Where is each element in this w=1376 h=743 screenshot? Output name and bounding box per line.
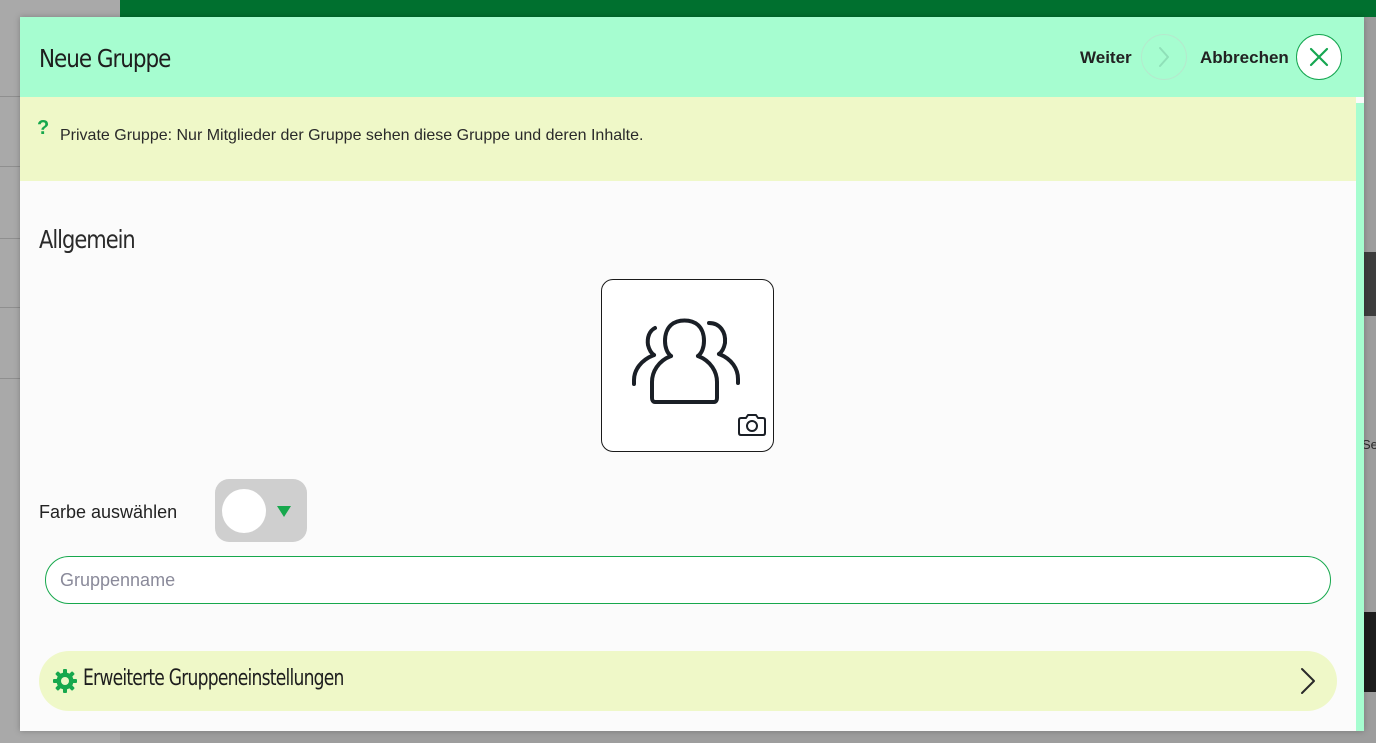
- background-topbar: [120, 0, 1376, 17]
- section-title-general: Allgemein: [39, 225, 136, 254]
- gear-icon: [53, 669, 77, 693]
- scrollbar[interactable]: [1356, 103, 1364, 731]
- chevron-right-icon: [1159, 47, 1169, 67]
- cancel-button[interactable]: [1296, 34, 1342, 80]
- privacy-info-text: Private Gruppe: Nur Mitglieder der Grupp…: [60, 127, 644, 144]
- dialog-header: Neue Gruppe Weiter Abbrechen: [20, 17, 1364, 97]
- camera-icon[interactable]: [737, 413, 767, 437]
- group-avatar-upload[interactable]: [601, 279, 774, 452]
- next-label[interactable]: Weiter: [1080, 48, 1132, 68]
- chevron-right-icon: [1301, 668, 1315, 694]
- advanced-settings-toggle[interactable]: Erweiterte Gruppeneinstellungen: [39, 651, 1337, 711]
- privacy-info-banner: ? Private Gruppe: Nur Mitglieder der Gru…: [20, 97, 1356, 181]
- close-icon: [1309, 47, 1329, 67]
- group-icon: [632, 318, 740, 404]
- next-button[interactable]: [1141, 34, 1187, 80]
- selected-color-swatch: [222, 489, 266, 533]
- background-partial-text: Se: [1362, 437, 1376, 452]
- background-panel: [1362, 252, 1376, 316]
- help-icon: ?: [37, 117, 50, 139]
- background-panel: [1362, 612, 1376, 692]
- color-label: Farbe auswählen: [39, 502, 178, 522]
- advanced-settings-label: Erweiterte Gruppeneinstellungen: [83, 666, 344, 691]
- cancel-label[interactable]: Abbrechen: [1200, 48, 1289, 68]
- caret-down-icon: [277, 506, 291, 517]
- group-name-input[interactable]: [45, 556, 1331, 604]
- new-group-dialog: Neue Gruppe Weiter Abbrechen ? Private G…: [20, 17, 1364, 731]
- dialog-title: Neue Gruppe: [39, 44, 171, 73]
- color-picker-dropdown[interactable]: [215, 479, 307, 542]
